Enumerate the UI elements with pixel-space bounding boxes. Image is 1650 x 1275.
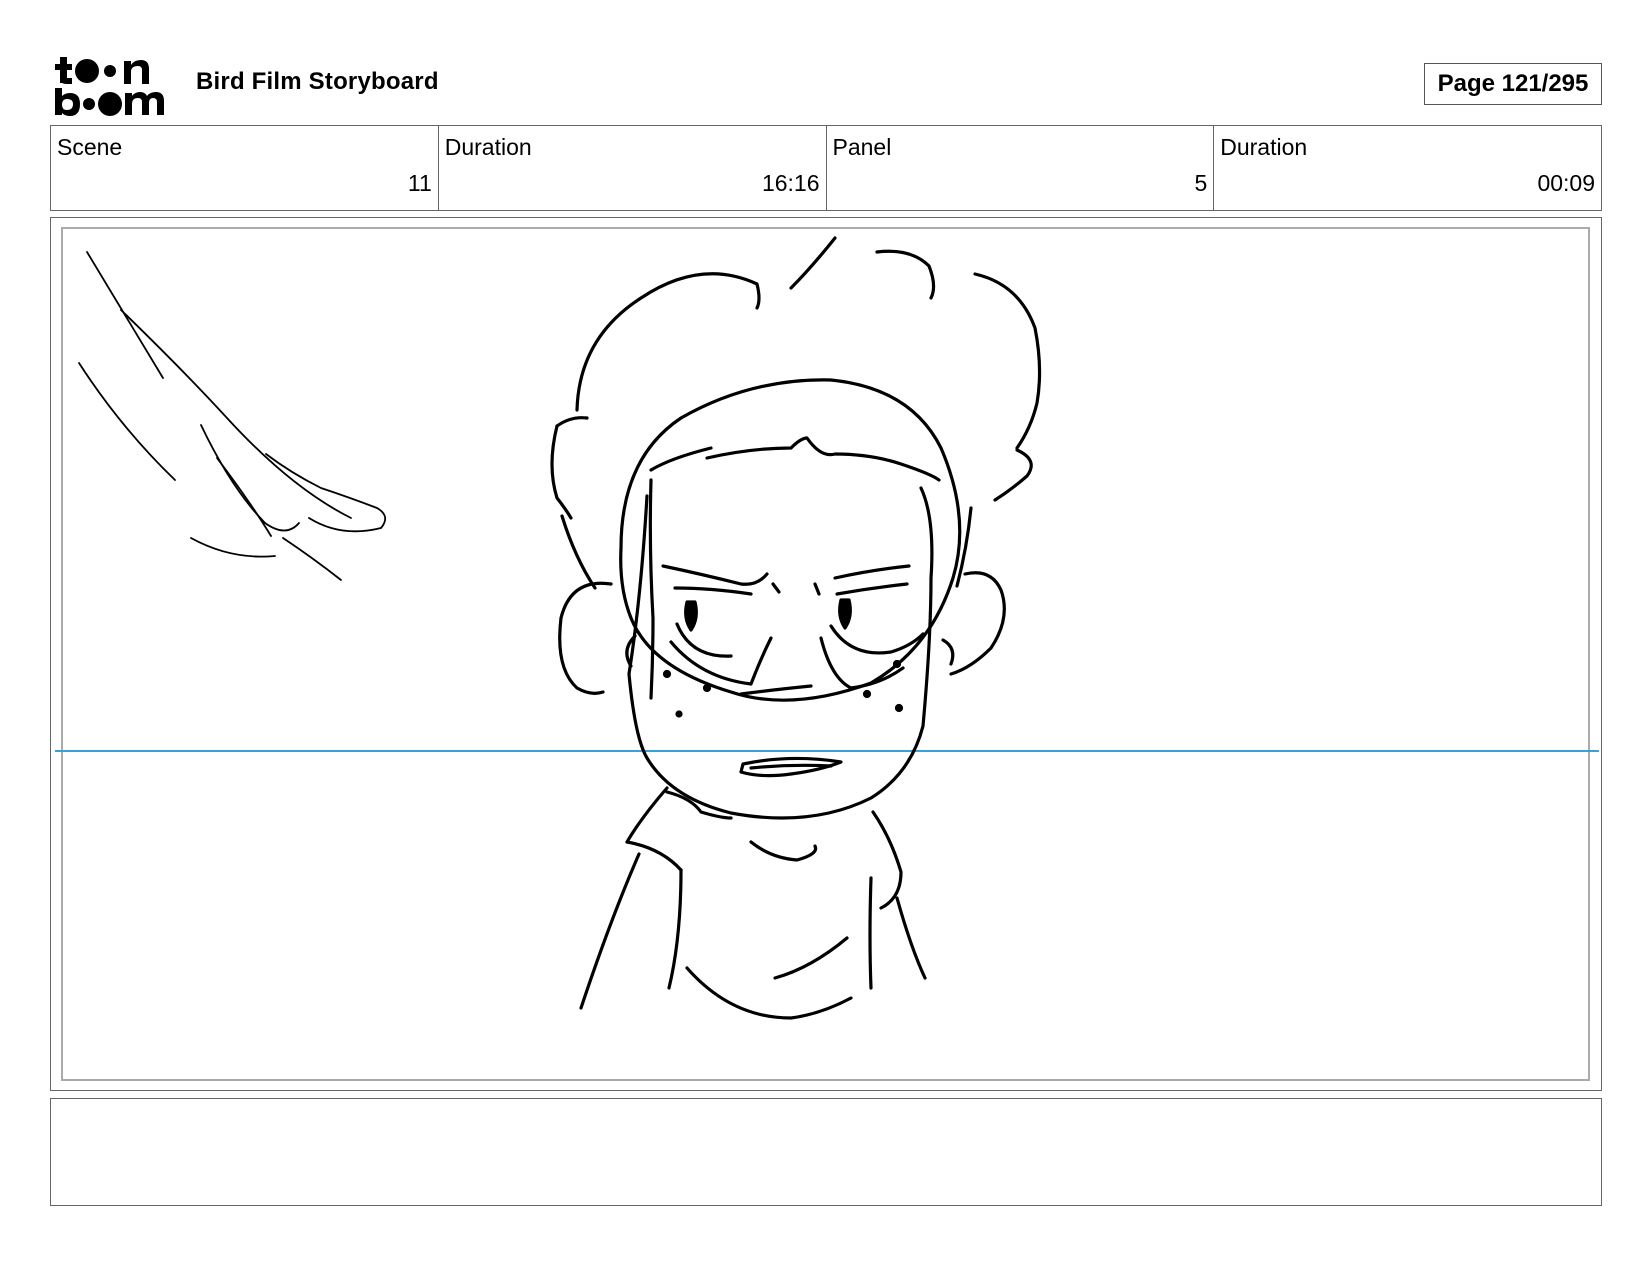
- panel-sketch: [55, 236, 1599, 1020]
- storyboard-header: Bird Film Storyboard Page 121/295: [0, 0, 1650, 125]
- scene-value: 11: [407, 170, 432, 196]
- scene-cell: Scene 11: [51, 126, 439, 210]
- document-title: Bird Film Storyboard: [196, 68, 439, 95]
- character-sketch: [78, 236, 1042, 1020]
- panel-value: 5: [1194, 170, 1208, 196]
- scene-duration-value: 16:16: [761, 170, 820, 196]
- panel-label: Panel: [832, 134, 892, 160]
- scene-info-table: Scene 11 Duration 16:16 Panel 5 Duration…: [50, 125, 1602, 211]
- panel-duration-cell: Duration 00:09: [1214, 126, 1601, 210]
- scene-duration-cell: Duration 16:16: [439, 126, 827, 210]
- toonboom-logo: [55, 57, 164, 116]
- panel-caption-box: [50, 1098, 1602, 1206]
- scene-duration-label: Duration: [444, 134, 532, 160]
- panel-cell: Panel 5: [827, 126, 1215, 210]
- panel-duration-label: Duration: [1220, 134, 1308, 160]
- page-indicator: Page 121/295: [1424, 63, 1602, 105]
- scene-label: Scene: [57, 134, 123, 160]
- storyboard-panel: [50, 217, 1602, 1091]
- panel-duration-value: 00:09: [1537, 170, 1595, 196]
